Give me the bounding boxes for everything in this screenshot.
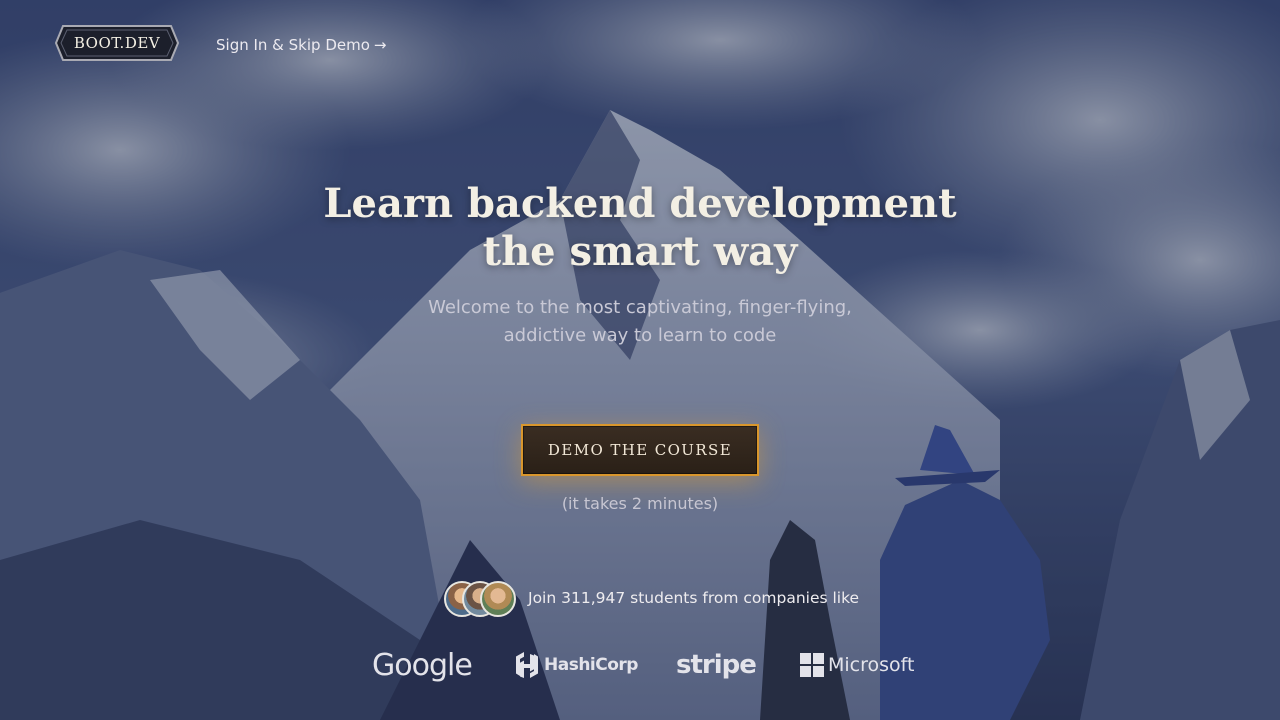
microsoft-wordmark: Microsoft <box>828 654 915 676</box>
avatar <box>480 581 516 617</box>
hashicorp-logo: HashiCorp <box>514 642 638 688</box>
sign-in-label: Sign In & Skip Demo <box>216 36 370 54</box>
google-logo: Google <box>372 647 473 683</box>
logo-text: BOOT.DEV <box>73 34 161 52</box>
social-proof-text: Join 311,947 students from companies lik… <box>528 589 860 607</box>
hashicorp-logo-icon <box>516 652 538 678</box>
student-avatars <box>444 580 516 617</box>
hero-subtitle: Welcome to the most captivating, finger-… <box>428 297 852 346</box>
sign-in-skip-demo-link[interactable]: Sign In & Skip Demo → <box>216 34 386 56</box>
cta-duration-note: (it takes 2 minutes) <box>561 494 719 513</box>
microsoft-logo: Microsoft <box>800 642 914 688</box>
social-proof: Join 311,947 students from companies lik… <box>444 580 860 617</box>
company-logos: Google HashiCorp stripe Microsoft <box>0 642 1280 688</box>
arrow-right-icon: → <box>373 36 387 54</box>
stripe-logo: stripe <box>676 650 757 680</box>
demo-the-course-button[interactable]: DEMO THE COURSE <box>521 424 759 476</box>
page-title: Learn backend development the smart way <box>323 180 957 275</box>
top-navigation: BOOT.DEV Sign In & Skip Demo → <box>0 0 1280 90</box>
microsoft-logo-icon <box>800 653 824 677</box>
hero-section: Learn backend development the smart way … <box>0 180 1280 350</box>
boot-dev-logo[interactable]: BOOT.DEV <box>55 24 179 62</box>
hashicorp-wordmark: HashiCorp <box>544 655 638 675</box>
